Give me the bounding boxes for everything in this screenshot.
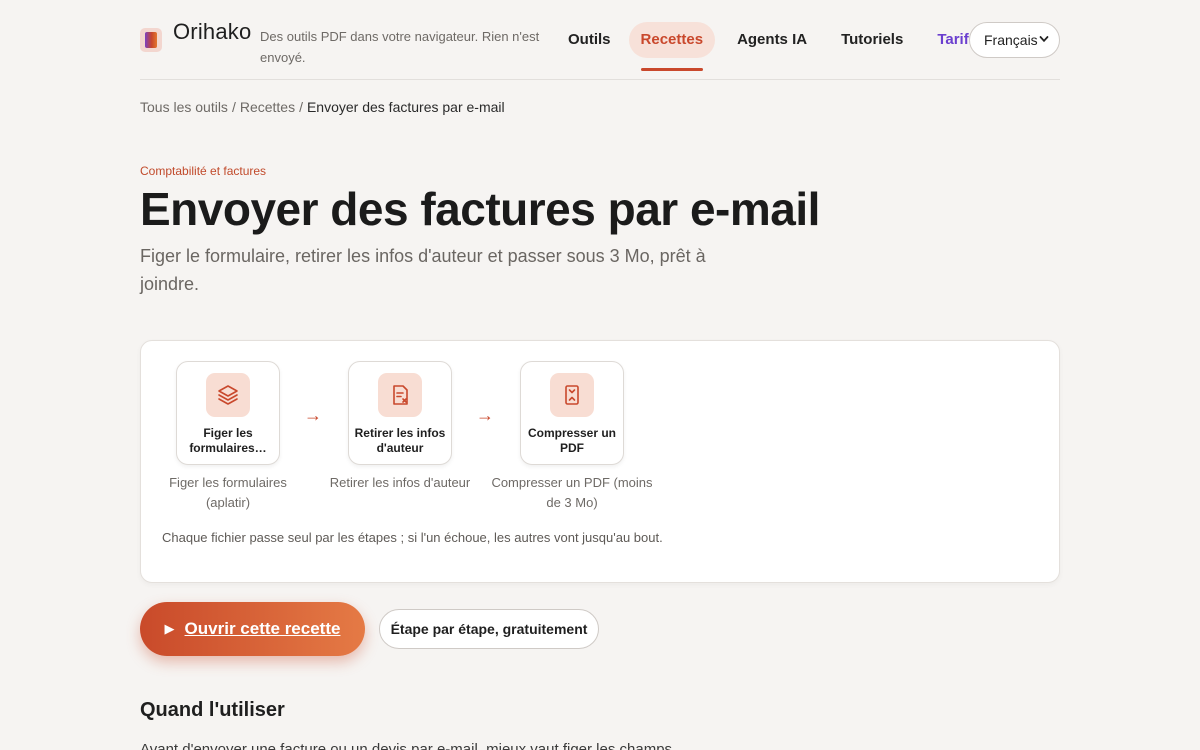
nav-item-tutoriels[interactable]: Tutoriels [829,22,915,58]
page-subtitle: Figer le formulaire, retirer les infos d… [140,246,706,294]
nav-item-agents-ia[interactable]: Agents IA [725,22,819,58]
layers-icon [206,373,250,417]
step-caption: Compresser un PDF (moins de 3 Mo) [491,475,653,510]
breadcrumb-link-recipes[interactable]: Recettes [240,99,295,115]
pipeline-step-flatten[interactable]: Figer les formulaires… Figer les formula… [169,361,287,510]
chevron-down-icon [1039,34,1049,47]
logo-icon[interactable] [140,28,162,52]
tagline: Des outils PDF dans votre navigateur. Ri… [260,29,540,65]
open-recipe-label: Ouvrir cette recette [184,619,341,638]
breadcrumb-separator: / [299,99,303,115]
pipeline-step-remove-author[interactable]: Retirer les infos d'auteur Retirer les i… [330,361,470,490]
step-by-step-button[interactable]: Étape par étape, gratuitement [379,609,599,649]
nav-item-outils[interactable]: Outils [556,22,623,58]
document-remove-icon [378,373,422,417]
step-name: Compresser un PDF [527,426,617,455]
arrow-right-icon: → [304,405,322,425]
step-name: Figer les formulaires… [189,426,267,455]
page: Orihako Des outils PDF dans votre naviga… [140,0,1060,750]
step-card[interactable]: Compresser un PDF [520,361,624,465]
main-nav: Outils Recettes Agents IA Tutoriels Tari… [556,22,989,71]
compress-icon [550,373,594,417]
breadcrumb-link-tools[interactable]: Tous les outils [140,99,228,115]
step-card[interactable]: Retirer les infos d'auteur [348,361,452,465]
nav-item-recettes[interactable]: Recettes [628,22,716,71]
step-name: Retirer les infos d'auteur [354,426,446,455]
breadcrumb: Tous les outils / Recettes / Envoyer des fac… [140,99,505,115]
page-title: Envoyer des factures par e-mail [140,183,820,235]
breadcrumb-separator: / [231,99,236,115]
step-caption: Figer les formulaires (aplatir) [169,475,287,510]
pipeline-note: Chaque fichier passe seul par les étapes… [162,530,663,545]
play-icon: ▶ [164,621,175,636]
site-header: Orihako Des outils PDF dans votre naviga… [140,0,1060,80]
language-value: Français [984,32,1038,48]
category-label: Comptabilité et factures [140,164,267,178]
pipeline-step-compress[interactable]: Compresser un PDF Compresser un PDF (moi… [491,361,653,510]
arrow-right-icon: → [476,405,494,425]
brand-name[interactable]: Orihako [173,19,251,45]
breadcrumb-current: Envoyer des factures par e-mail [306,99,505,115]
recipe-pipeline-card: Figer les formulaires… Figer les formula… [140,340,1060,583]
language-select[interactable]: Français [969,22,1060,58]
section-text: Avant d'envoyer une facture ou un devis … [140,741,673,750]
open-recipe-button[interactable]: ▶ Ouvrir cette recette [140,602,365,656]
step-caption: Retirer les infos d'auteur [329,475,471,490]
step-card[interactable]: Figer les formulaires… [176,361,280,465]
section-title: Quand l'utiliser [140,699,285,721]
